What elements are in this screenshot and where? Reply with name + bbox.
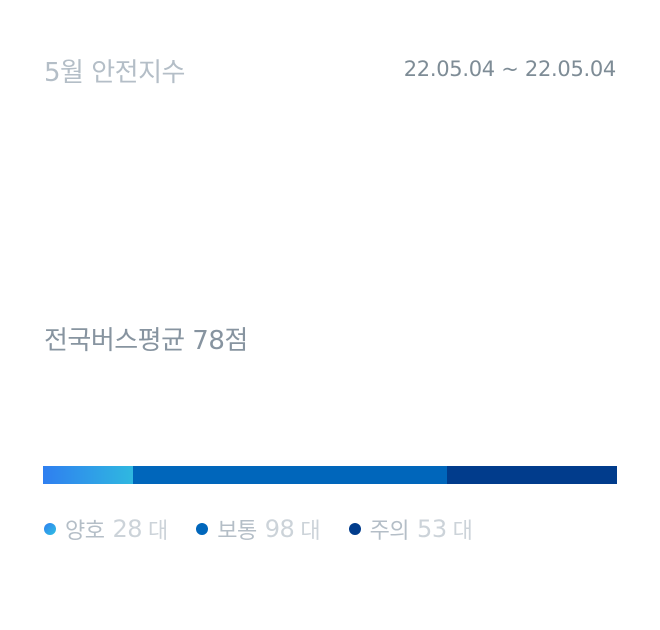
- caution-dot-icon: [348, 523, 361, 535]
- normal-dot-icon: [196, 523, 209, 535]
- distribution-bar: [43, 466, 617, 484]
- safety-index-card: 5월 안전지수 22.05.04 ~ 22.05.04 전국버스평균 78점 양…: [0, 0, 660, 630]
- bar-segment-caution: [447, 466, 617, 484]
- legend-label-caution: 주의: [369, 519, 410, 544]
- date-range: 22.05.04 ~ 22.05.04: [403, 57, 617, 81]
- legend-item-good: 양호 28 대: [44, 513, 168, 545]
- legend-label-normal: 보통: [217, 519, 257, 544]
- legend-label-good: 양호: [65, 519, 105, 544]
- legend-count-good: 28: [112, 515, 143, 543]
- legend-item-normal: 보통 98 대: [196, 513, 321, 545]
- bar-segment-normal: [132, 466, 448, 484]
- good-dot-icon: [44, 523, 56, 535]
- national-average-label: 전국버스평균 78점: [44, 326, 248, 356]
- bar-segment-good: [43, 466, 133, 484]
- legend-unit-normal: 대: [300, 519, 321, 544]
- page-title: 5월 안전지수: [44, 58, 185, 88]
- legend-count-normal: 98: [264, 515, 295, 543]
- legend: 양호 28 대 보통 98 대 주의 53 대: [44, 512, 501, 546]
- legend-unit-good: 대: [148, 519, 169, 544]
- legend-count-caution: 53: [417, 515, 447, 543]
- legend-item-caution: 주의 53 대: [348, 513, 473, 545]
- legend-unit-caution: 대: [452, 519, 473, 544]
